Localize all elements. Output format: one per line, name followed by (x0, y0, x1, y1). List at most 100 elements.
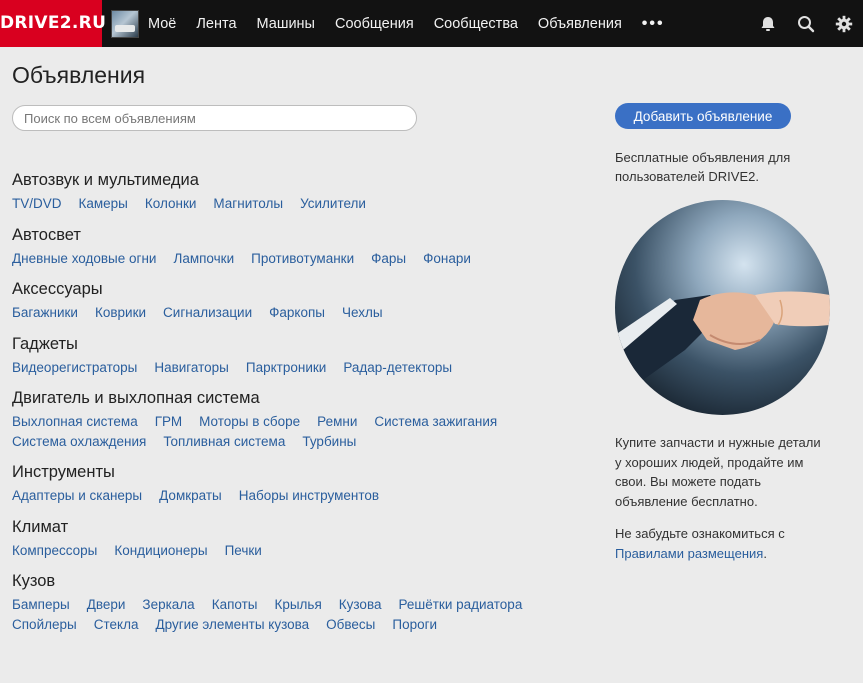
category-block: Аксессуары Багажники Коврики Сигнализации Фа… (12, 279, 592, 323)
subcategory-link[interactable]: Багажники (12, 305, 78, 320)
subcategory-link[interactable]: Бамперы (12, 597, 70, 612)
subcategory-links: Видеорегистраторы Навигаторы Парктроники Ра… (12, 358, 592, 378)
search-icon[interactable] (787, 0, 825, 47)
category-title[interactable]: Двигатель и выхлопная система (12, 388, 592, 408)
subcategory-link[interactable]: Система охлаждения (12, 434, 146, 449)
subcategory-link[interactable]: Противотуманки (251, 251, 354, 266)
subcategory-link[interactable]: Усилители (300, 196, 366, 211)
promo-text: Бесплатные объявления для пользователей … (615, 150, 791, 184)
subcategory-row: Бамперы Двери Зеркала Капоты Крылья Кузова Реш… (12, 595, 592, 615)
category-block: Автосвет Дневные ходовые огни Лампочки Прот… (12, 225, 592, 269)
subcategory-links: Дневные ходовые огни Лампочки Противотуман… (12, 249, 592, 269)
rules-link[interactable]: Правилами размещения (615, 546, 763, 561)
header-icons (749, 0, 863, 47)
subcategory-link[interactable]: TV/DVD (12, 196, 62, 211)
subcategory-link[interactable]: Компрессоры (12, 543, 97, 558)
subcategory-row: Система охлаждения Топливная система Турби… (12, 432, 592, 452)
info-text: Купите запчасти и нужные детали у хороши… (615, 435, 821, 509)
subcategory-link[interactable]: Пороги (392, 617, 437, 632)
subcategory-link[interactable]: Спойлеры (12, 617, 77, 632)
subcategory-link[interactable]: Крылья (274, 597, 321, 612)
subcategory-links: Компрессоры Кондиционеры Печки (12, 541, 592, 561)
subcategory-link[interactable]: Фаркопы (269, 305, 325, 320)
top-navigation-bar: DRIVE2.RU Моё Лента Машины Сообщения Соо… (0, 0, 863, 47)
subcategory-link[interactable]: Лампочки (173, 251, 234, 266)
subcategory-links: Багажники Коврики Сигнализации Фаркопы Чехлы (12, 303, 592, 323)
subcategory-link[interactable]: Дневные ходовые огни (12, 251, 156, 266)
category-block: Автозвук и мультимедиа TV/DVD Камеры Колонк… (12, 170, 592, 214)
subcategory-link[interactable]: Навигаторы (154, 360, 229, 375)
subcategory-link[interactable]: Решётки радиатора (398, 597, 522, 612)
nav-my[interactable]: Моё (148, 16, 176, 32)
subcategory-link[interactable]: Другие элементы кузова (155, 617, 309, 632)
subcategory-link[interactable]: Стекла (94, 617, 139, 632)
nav-more-button[interactable]: ••• (642, 15, 665, 33)
category-title[interactable]: Гаджеты (12, 334, 592, 354)
subcategory-link[interactable]: Обвесы (326, 617, 375, 632)
subcategory-link[interactable]: Коврики (95, 305, 146, 320)
subcategory-link[interactable]: Выхлопная система (12, 414, 138, 429)
subcategory-link[interactable]: Домкраты (159, 488, 222, 503)
user-car-avatar[interactable] (111, 10, 139, 38)
rules-suffix: . (763, 545, 767, 561)
category-block: Двигатель и выхлопная система Выхлопная с… (12, 388, 592, 451)
subcategory-row: Видеорегистраторы Навигаторы Парктроники Ра… (12, 358, 592, 378)
nav-ads[interactable]: Объявления (538, 16, 622, 32)
subcategory-link[interactable]: Капоты (212, 597, 258, 612)
nav-cars[interactable]: Машины (257, 16, 315, 32)
subcategory-link[interactable]: Адаптеры и сканеры (12, 488, 142, 503)
subcategory-link[interactable]: Видеорегистраторы (12, 360, 137, 375)
category-block: Гаджеты Видеорегистраторы Навигаторы Парктр… (12, 334, 592, 378)
subcategory-row: Компрессоры Кондиционеры Печки (12, 541, 592, 561)
category-title[interactable]: Климат (12, 517, 592, 537)
subcategory-link[interactable]: Магнитолы (213, 196, 283, 211)
gear-icon[interactable] (825, 0, 863, 47)
subcategory-links: Адаптеры и сканеры Домкраты Наборы инструм… (12, 486, 592, 506)
subcategory-link[interactable]: Кондиционеры (114, 543, 207, 558)
subcategory-link[interactable]: Топливная система (163, 434, 285, 449)
subcategory-link[interactable]: Ремни (317, 414, 357, 429)
subcategory-link[interactable]: Зеркала (142, 597, 194, 612)
add-ad-button[interactable]: Добавить объявление (615, 103, 791, 129)
subcategory-link[interactable]: Система зажигания (374, 414, 497, 429)
subcategory-link[interactable]: Фары (371, 251, 406, 266)
subcategory-link[interactable]: Сигнализации (163, 305, 252, 320)
bell-icon[interactable] (749, 0, 787, 47)
subcategory-row: Спойлеры Стекла Другие элементы кузова Обве… (12, 615, 592, 635)
rules-note: Не забудьте ознакомиться с Правилами раз… (615, 524, 830, 563)
subcategory-links: Бамперы Двери Зеркала Капоты Крылья Кузова Реш… (12, 595, 592, 634)
subcategory-link[interactable]: Наборы инструментов (239, 488, 379, 503)
category-title[interactable]: Кузов (12, 571, 592, 591)
page-title: Объявления (12, 62, 146, 88)
drive2-logo[interactable]: DRIVE2.RU (0, 0, 106, 47)
subcategory-link[interactable]: Кузова (339, 597, 382, 612)
nav-feed[interactable]: Лента (196, 16, 236, 32)
category-title[interactable]: Аксессуары (12, 279, 592, 299)
subcategory-link[interactable]: Моторы в сборе (199, 414, 300, 429)
rules-prefix: Не забудьте ознакомиться с (615, 526, 785, 541)
subcategory-link[interactable]: Камеры (79, 196, 128, 211)
subcategory-link[interactable]: Печки (225, 543, 262, 558)
subcategory-link[interactable]: Радар-детекторы (343, 360, 452, 375)
main-nav: Моё Лента Машины Сообщения Сообщества Об… (148, 0, 685, 47)
subcategory-link[interactable]: Парктроники (246, 360, 326, 375)
subcategory-row: TV/DVD Камеры Колонки Магнитолы Усилители (12, 194, 592, 214)
subcategory-link[interactable]: Колонки (145, 196, 197, 211)
handshake-image (615, 200, 830, 415)
nav-messages[interactable]: Сообщения (335, 16, 414, 32)
subcategory-link[interactable]: Фонари (423, 251, 471, 266)
nav-communities[interactable]: Сообщества (434, 16, 518, 32)
subcategory-row: Адаптеры и сканеры Домкраты Наборы инструм… (12, 486, 592, 506)
subcategory-row: Дневные ходовые огни Лампочки Противотуман… (12, 249, 592, 269)
subcategory-links: Выхлопная система ГРМ Моторы в сборе Ремни С… (12, 412, 592, 451)
categories-list: Автозвук и мультимедиа TV/DVD Камеры Колонк… (12, 170, 592, 645)
category-title[interactable]: Автосвет (12, 225, 592, 245)
subcategory-link[interactable]: Турбины (302, 434, 356, 449)
subcategory-link[interactable]: Чехлы (342, 305, 383, 320)
subcategory-link[interactable]: ГРМ (155, 414, 182, 429)
category-title[interactable]: Автозвук и мультимедиа (12, 170, 592, 190)
category-title[interactable]: Инструменты (12, 462, 592, 482)
ads-search-input[interactable] (12, 105, 417, 131)
category-block: Кузов Бамперы Двери Зеркала Капоты Крылья Кузо… (12, 571, 592, 634)
subcategory-link[interactable]: Двери (87, 597, 126, 612)
